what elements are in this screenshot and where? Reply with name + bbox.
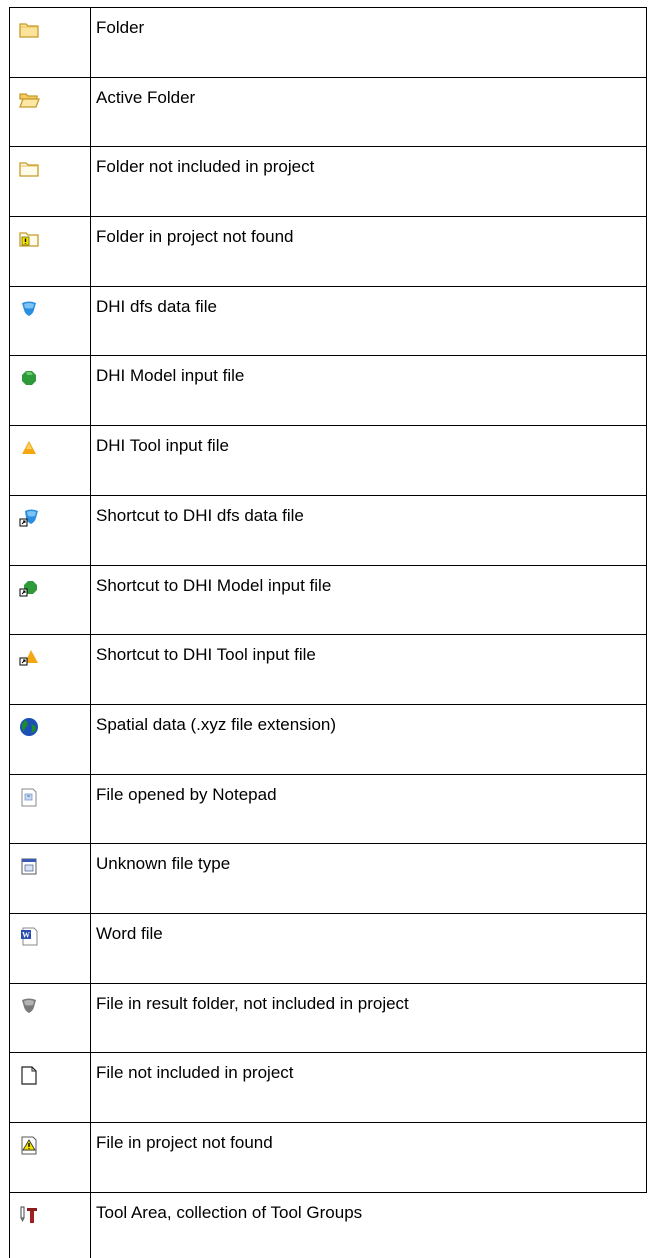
- legend-row: Tool Area, collection of Tool Groups: [9, 1191, 647, 1258]
- legend-label: Shortcut to DHI Tool input file: [96, 645, 316, 665]
- legend-row: DHI Tool input file: [9, 425, 647, 495]
- legend-label: File not included in project: [96, 1063, 294, 1083]
- dfs-data-file-icon: [17, 297, 41, 321]
- legend-label: Folder in project not found: [96, 227, 294, 247]
- legend-row: File in result folder, not included in p…: [9, 982, 647, 1053]
- legend-row: Shortcut to DHI dfs data file: [9, 494, 647, 565]
- file-warning-icon: [17, 1133, 41, 1157]
- legend-row: W Word file: [9, 912, 647, 983]
- legend-row: File not included in project: [9, 1052, 647, 1122]
- tool-input-file-icon: [17, 436, 41, 460]
- dfs-shortcut-icon: [17, 506, 41, 530]
- legend-row: DHI Model input file: [9, 355, 647, 426]
- folder-icon: [17, 18, 41, 42]
- notepad-file-icon: [17, 785, 41, 809]
- model-input-file-icon: [17, 366, 41, 390]
- blank-file-icon: [17, 1063, 41, 1087]
- unknown-file-icon: [17, 854, 41, 878]
- legend-label: File in result folder, not included in p…: [96, 993, 409, 1013]
- legend-row: Unknown file type: [9, 843, 647, 913]
- svg-text:W: W: [22, 930, 30, 939]
- legend-label: Word file: [96, 923, 163, 943]
- legend-label: DHI dfs data file: [96, 296, 217, 316]
- legend-label: Tool Area, collection of Tool Groups: [96, 1202, 363, 1222]
- legend-label: DHI Model input file: [96, 366, 245, 386]
- tool-area-icon: [17, 1203, 41, 1227]
- outline-folder-icon: [17, 157, 41, 181]
- icon-legend-table: Folder Active Folder Folder not included…: [9, 7, 647, 1258]
- legend-row: Folder in project not found: [9, 216, 647, 286]
- legend-label: Folder: [96, 18, 145, 37]
- legend-row: Spatial data (.xyz file extension): [9, 703, 647, 774]
- legend-label: File in project not found: [96, 1133, 273, 1152]
- legend-row: Folder: [9, 7, 647, 77]
- legend-row: DHI dfs data file: [9, 285, 647, 356]
- tool-shortcut-icon: [17, 645, 41, 669]
- legend-label: File opened by Notepad: [96, 784, 277, 804]
- legend-label: Shortcut to DHI Model input file: [96, 575, 332, 595]
- model-shortcut-icon: [17, 576, 41, 600]
- legend-row: File in project not found: [9, 1122, 647, 1192]
- folder-warning-icon: [17, 227, 41, 251]
- legend-label: Unknown file type: [96, 854, 231, 874]
- legend-row: File opened by Notepad: [9, 773, 647, 844]
- open-folder-icon: [17, 88, 41, 112]
- legend-row: Active Folder: [9, 76, 647, 147]
- globe-icon: [17, 715, 41, 739]
- result-file-icon: [17, 994, 41, 1018]
- legend-row: Folder not included in project: [9, 146, 647, 217]
- legend-label: Shortcut to DHI dfs data file: [96, 505, 304, 525]
- legend-label: Active Folder: [96, 87, 196, 107]
- legend-label: Folder not included in project: [96, 157, 315, 177]
- legend-label: DHI Tool input file: [96, 436, 229, 456]
- legend-row: Shortcut to DHI Model input file: [9, 564, 647, 635]
- legend-row: Shortcut to DHI Tool input file: [9, 634, 647, 704]
- legend-label: Spatial data (.xyz file extension): [96, 714, 337, 734]
- word-file-icon: W: [17, 924, 41, 948]
